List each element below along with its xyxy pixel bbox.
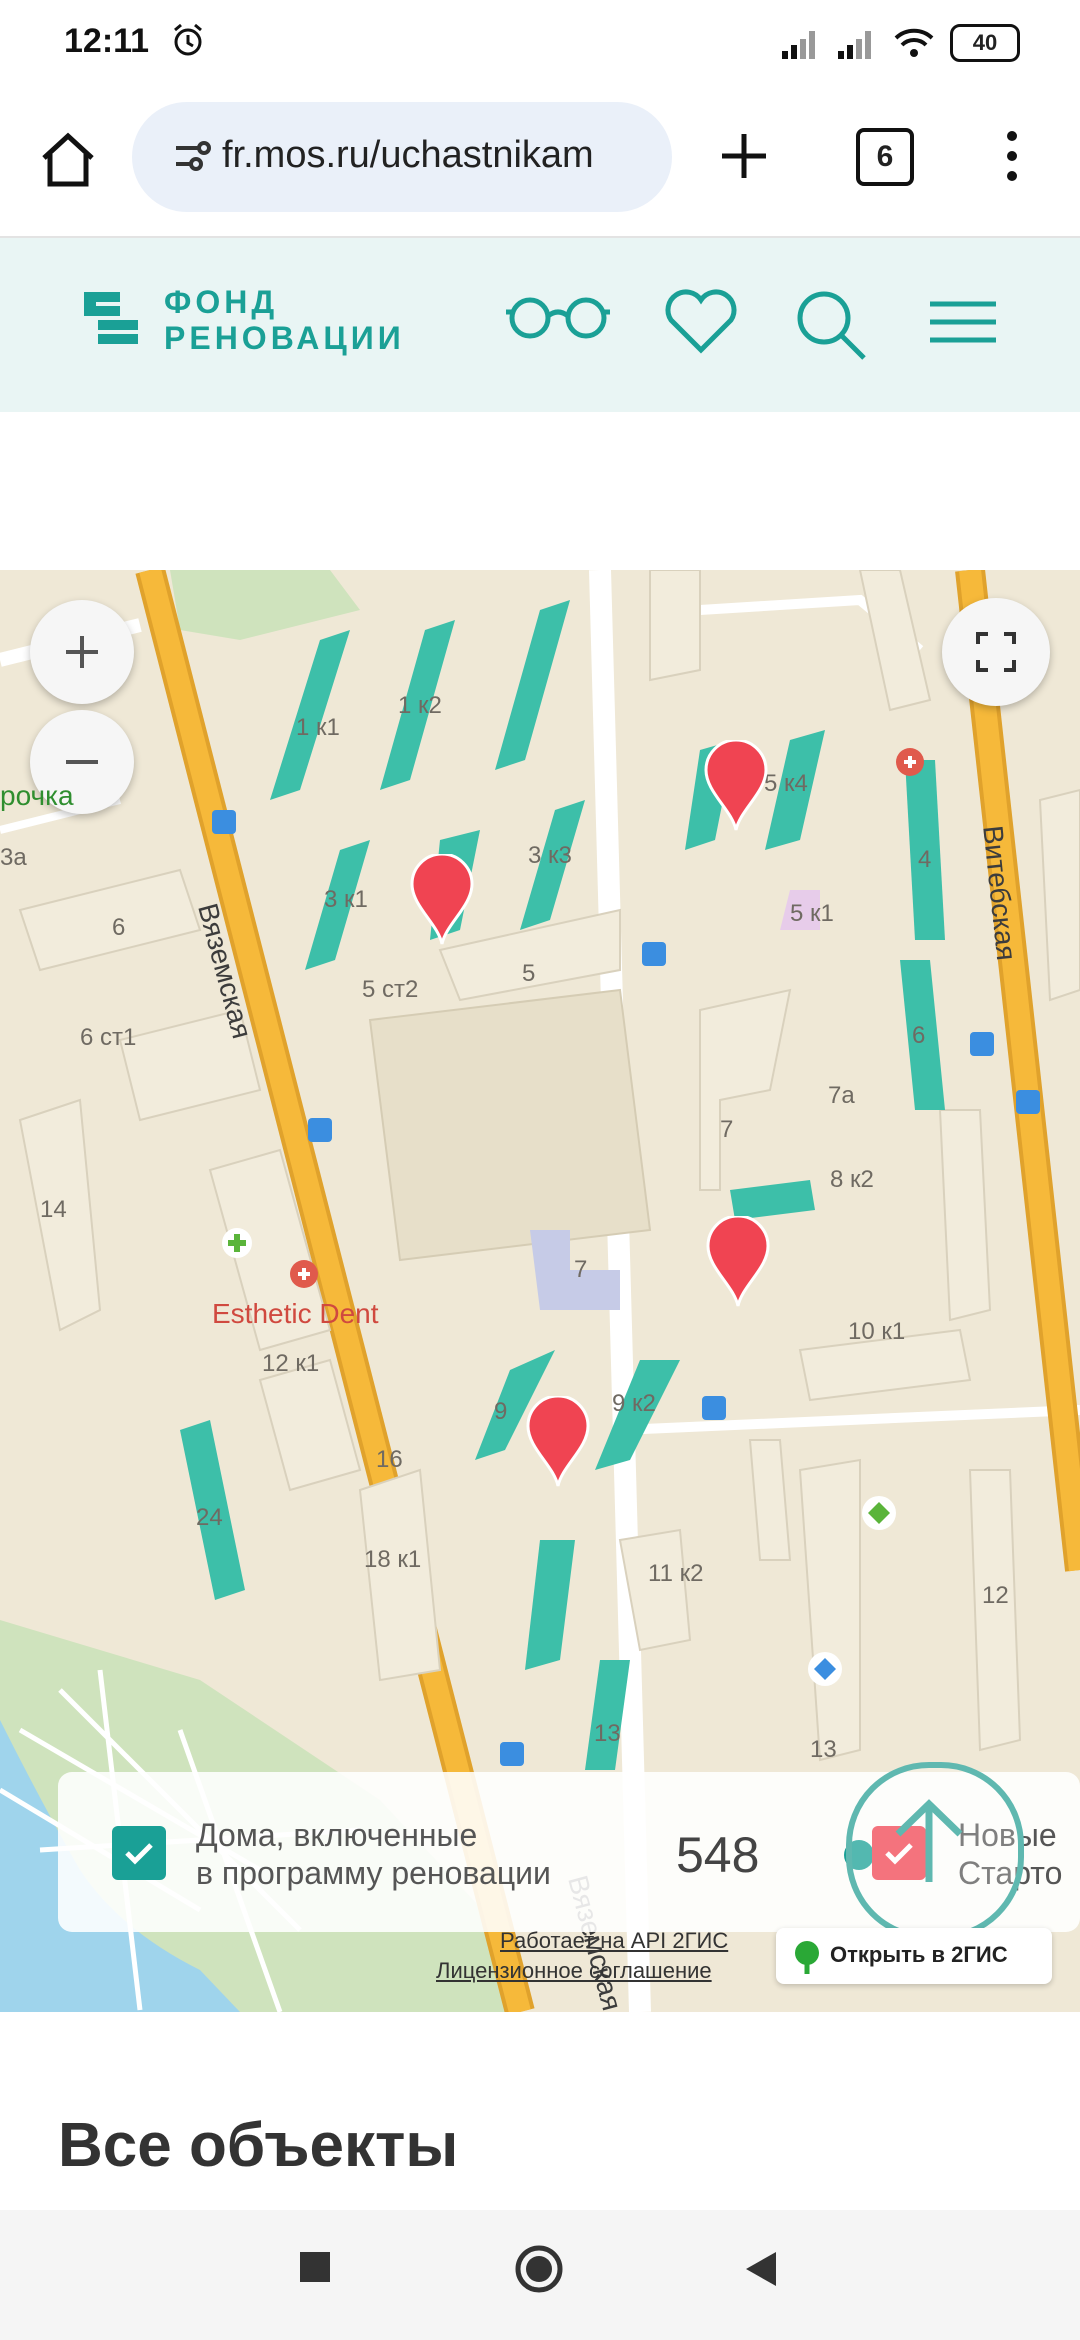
battery-indicator: 40 [950,24,1020,62]
building-label: 3 к1 [324,886,368,913]
bus-stop-icon[interactable] [1016,1090,1040,1114]
building-label: 13 [594,1720,621,1747]
status-bar: 12:11 40 [0,0,1080,88]
bus-stop-icon[interactable] [308,1118,332,1142]
clinic-icon[interactable] [896,748,924,776]
building-label: 9 к2 [612,1390,656,1417]
building-label: 16 [376,1446,403,1473]
url-text: fr.mos.ru/uchastnikam [222,134,594,176]
bus-stop-icon[interactable] [500,1742,524,1766]
diamond-poi-icon[interactable] [862,1496,896,1530]
building-label: 11 к2 [648,1560,704,1587]
open-2gis-button[interactable]: Открыть в 2ГИС [776,1928,1052,1984]
hamburger-menu-icon[interactable] [928,300,998,349]
back-icon[interactable] [744,2250,778,2293]
more-menu-icon[interactable] [1000,126,1024,191]
legend-checkbox-renovation[interactable] [112,1826,166,1880]
diamond-poi-icon[interactable] [808,1652,842,1686]
legend-count: 548 [676,1827,760,1883]
search-icon[interactable] [794,288,868,367]
building-label: 9 [494,1398,508,1425]
site-header: ФОНД РЕНОВАЦИИ [0,238,1080,412]
system-nav-bar [0,2210,1080,2340]
building-label: 4 [918,846,932,873]
bus-stop-icon[interactable] [212,810,236,834]
location-pin-icon[interactable] [526,1396,590,1488]
recents-icon[interactable] [298,2250,332,2289]
building-label: 24 [196,1504,223,1531]
legend-line: Дома, включенные [196,1817,478,1853]
building-label: 12 [982,1582,1009,1609]
accessibility-glasses-icon[interactable] [504,288,612,353]
building-label: 5 ст2 [362,976,419,1003]
signal-icon [782,31,815,59]
bus-stop-icon[interactable] [642,942,666,966]
building-label: 3 к3 [528,842,572,869]
location-pin-icon[interactable] [410,854,474,946]
building-label: 1 к1 [296,714,340,741]
location-pin-icon[interactable] [704,740,768,832]
poi-label[interactable]: Esthetic Dent [212,1298,379,1330]
clinic-icon[interactable] [290,1260,318,1288]
new-tab-button[interactable] [716,128,772,189]
fullscreen-button[interactable] [942,598,1050,706]
medical-cross-icon[interactable] [222,1228,252,1258]
wifi-icon [894,28,934,57]
building-label: 13 [810,1736,837,1763]
url-bar[interactable]: fr.mos.ru/uchastnikam [132,102,672,212]
building-label: 7 [720,1116,734,1143]
building-label: 18 к1 [364,1546,422,1573]
section-title: Все объекты [58,2111,459,2180]
building-label: 6 ст1 [80,1024,137,1051]
scroll-to-top-button[interactable] [846,1762,1024,1940]
building-label: 12 к1 [262,1350,320,1377]
favorites-heart-icon[interactable] [664,288,738,359]
legend-line: в программу реновации [196,1855,551,1891]
poi-label[interactable]: рочка [0,780,74,812]
logo-line1: ФОНД [164,284,279,320]
logo-line2: РЕНОВАЦИИ [164,320,405,356]
status-time: 12:11 [64,22,150,60]
bus-stop-icon[interactable] [970,1032,994,1056]
logo-icon[interactable] [84,292,148,361]
zoom-in-button[interactable] [30,600,134,704]
building-label: 6 [912,1022,926,1049]
building-label: 10 к1 [848,1318,906,1345]
building-label: 8 к2 [830,1166,874,1193]
building-label: 5 [522,960,536,987]
building-label: 7 [574,1256,588,1283]
browser-toolbar: fr.mos.ru/uchastnikam 6 [0,88,1080,238]
alarm-icon [170,22,206,63]
legend-label-renovation: Дома, включенные в программу реновации [196,1816,551,1892]
location-pin-icon[interactable] [706,1216,770,1308]
2gis-pin-icon [795,1941,819,1974]
signal-icon [838,31,871,59]
open-2gis-label: Открыть в 2ГИС [830,1942,1008,1967]
attribution-api-link[interactable]: Работает на API 2ГИС [500,1928,728,1954]
building-label: 1 к2 [398,692,442,719]
building-label: 5 к4 [764,770,808,797]
site-settings-icon[interactable] [172,136,212,181]
building-label: 3а [0,844,27,871]
building-label: 7а [828,1082,855,1109]
building-label: 5 к1 [790,900,834,927]
bus-stop-icon[interactable] [702,1396,726,1420]
logo-text[interactable]: ФОНД РЕНОВАЦИИ [164,284,405,356]
tab-switcher-button[interactable]: 6 [856,128,914,186]
building-label: 14 [40,1196,67,1223]
home-circle-icon[interactable] [514,2244,564,2299]
license-agreement-link[interactable]: Лицензионное соглашение [436,1958,712,1984]
building-label: 6 [112,914,126,941]
home-icon[interactable] [36,128,100,192]
